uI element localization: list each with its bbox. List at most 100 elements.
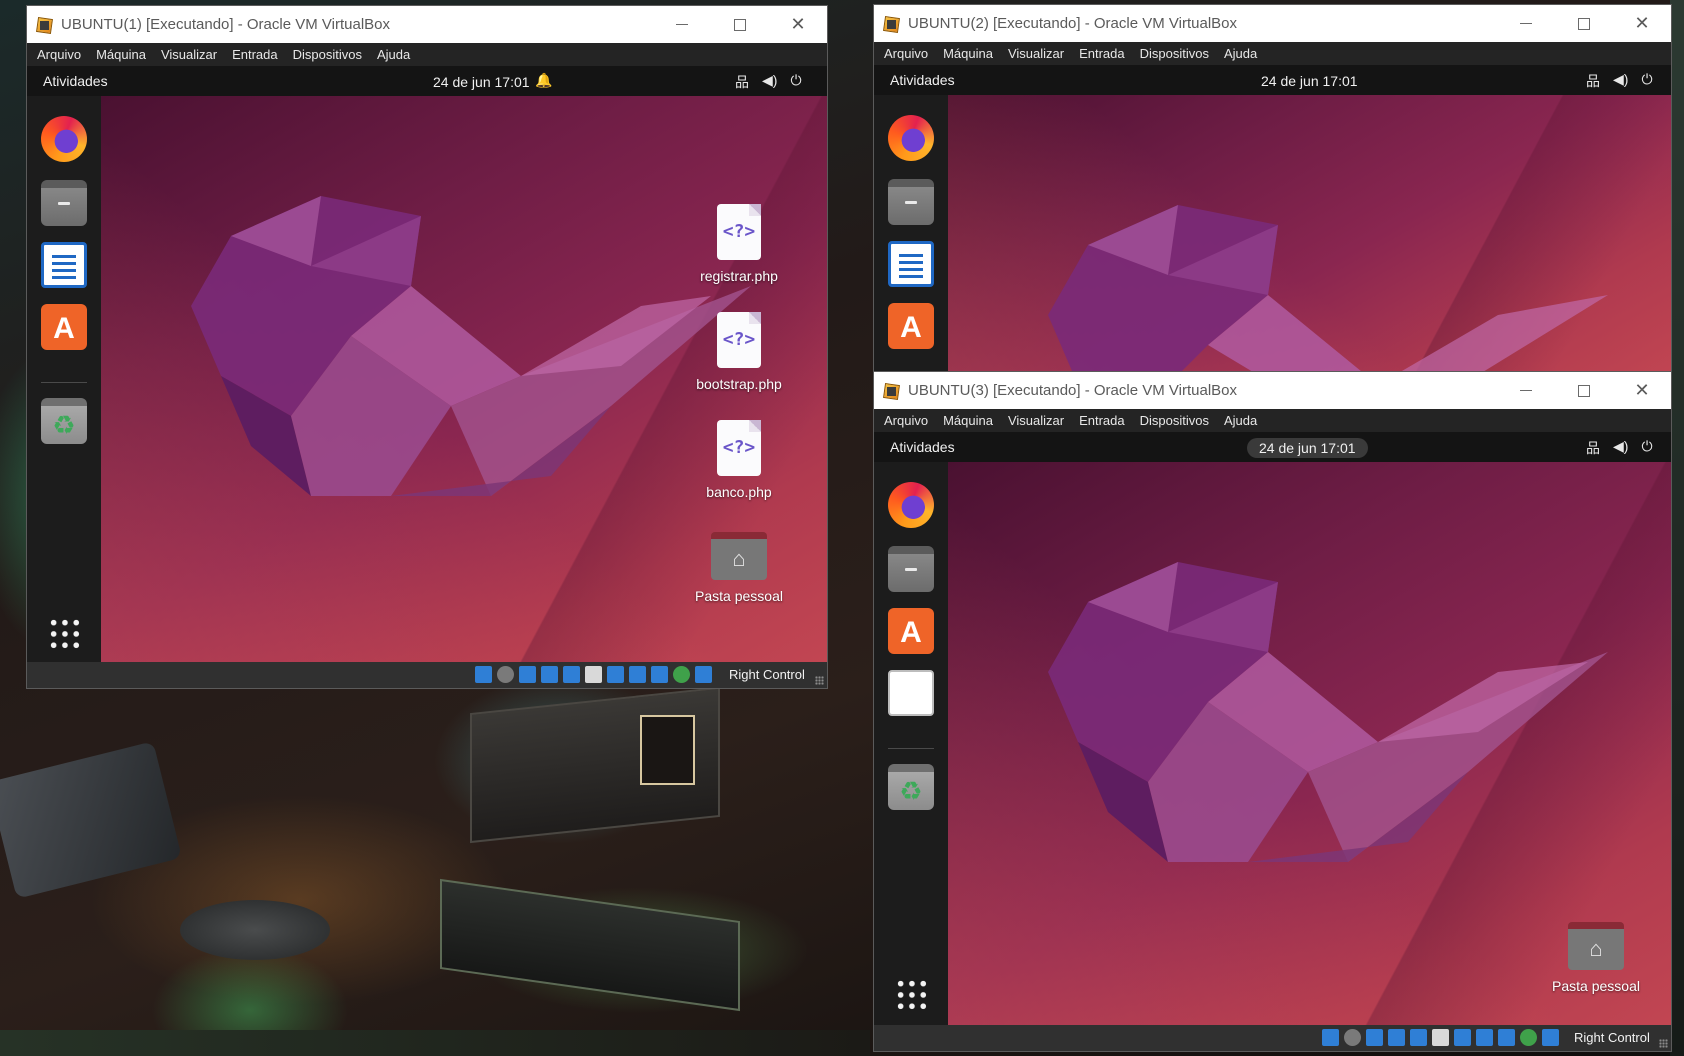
menu-maquina[interactable]: Máquina [943,413,993,428]
power-icon[interactable]: ⏻ [790,72,801,92]
menu-maquina[interactable]: Máquina [943,46,993,61]
system-tray[interactable]: 品 ◀) ⏻ [1586,438,1653,458]
app-center-icon[interactable]: A [888,303,934,349]
trash-icon[interactable]: ♻ [888,764,934,810]
shared-folders-icon[interactable] [1410,1029,1427,1046]
menu-arquivo[interactable]: Arquivo [884,413,928,428]
menu-visualizar[interactable]: Visualizar [1008,46,1064,61]
menu-entrada[interactable]: Entrada [1079,413,1125,428]
volume-icon[interactable]: ◀) [1613,438,1628,458]
clock[interactable]: 24 de jun 17:01 [421,72,542,92]
close-button[interactable]: ✕ [769,6,827,43]
ubuntu-desktop[interactable]: <?> registrar.php <?> bootstrap.php <?> … [101,96,827,664]
minimize-button[interactable] [1497,5,1555,42]
power-icon[interactable]: ⏻ [1641,438,1652,458]
system-tray[interactable]: 品 ◀) ⏻ [1586,71,1653,91]
show-apps-icon[interactable] [895,978,929,1012]
menu-dispositivos[interactable]: Dispositivos [1140,46,1209,61]
vm-window-ubuntu-1[interactable]: UBUNTU(1) [Executando] - Oracle VM Virtu… [26,5,828,689]
resize-grip[interactable] [1659,1039,1668,1048]
audio-icon[interactable] [1344,1029,1361,1046]
menu-dispositivos[interactable]: Dispositivos [1140,413,1209,428]
menu-ajuda[interactable]: Ajuda [1224,46,1257,61]
app-center-icon[interactable]: A [888,608,934,654]
titlebar[interactable]: UBUNTU(1) [Executando] - Oracle VM Virtu… [27,6,827,43]
titlebar[interactable]: UBUNTU(2) [Executando] - Oracle VM Virtu… [874,5,1671,42]
maximize-button[interactable] [1555,372,1613,409]
usb-icon[interactable] [541,666,558,683]
clock[interactable]: 24 de jun 17:01 [1249,71,1370,91]
activities-button[interactable]: Atividades [890,72,955,88]
files-icon[interactable] [888,546,934,592]
maximize-button[interactable] [711,6,769,43]
display-icon[interactable] [1432,1029,1449,1046]
keyboard-capture-icon[interactable] [695,666,712,683]
optical-drive-icon[interactable] [475,666,492,683]
firefox-icon[interactable] [41,116,87,162]
network-icon[interactable]: 品 [1586,71,1600,91]
vt-x-icon[interactable] [651,666,668,683]
menu-maquina[interactable]: Máquina [96,47,146,62]
menu-dispositivos[interactable]: Dispositivos [293,47,362,62]
minimize-button[interactable] [1497,372,1555,409]
clock[interactable]: 24 de jun 17:01 [1247,438,1368,458]
vm-window-ubuntu-2[interactable]: UBUNTU(2) [Executando] - Oracle VM Virtu… [873,4,1672,384]
desktop-home-folder[interactable]: ⌂ Pasta pessoal [684,532,794,604]
bell-icon[interactable]: 🔔 [535,72,552,89]
vt-x-icon[interactable] [1498,1029,1515,1046]
network-adapter-icon[interactable] [519,666,536,683]
app-center-icon[interactable]: A [41,304,87,350]
volume-icon[interactable]: ◀) [1613,71,1628,91]
maximize-button[interactable] [1555,5,1613,42]
menu-ajuda[interactable]: Ajuda [377,47,410,62]
display-icon[interactable] [585,666,602,683]
ubuntu-desktop[interactable] [948,95,1671,383]
libreoffice-writer-icon[interactable] [41,242,87,288]
close-button[interactable]: ✕ [1613,372,1671,409]
trash-icon[interactable]: ♻ [41,398,87,444]
recording-icon[interactable] [607,666,624,683]
mouse-integration-icon[interactable] [673,666,690,683]
system-tray[interactable]: 品 ◀) ⏻ [735,72,802,92]
audio-icon[interactable] [497,666,514,683]
capture-icon[interactable] [629,666,646,683]
text-document-icon[interactable] [888,670,934,716]
firefox-icon[interactable] [888,482,934,528]
recording-icon[interactable] [1454,1029,1471,1046]
activities-button[interactable]: Atividades [43,73,108,89]
menu-ajuda[interactable]: Ajuda [1224,413,1257,428]
desktop-file-registrar[interactable]: <?> registrar.php [684,204,794,284]
menu-arquivo[interactable]: Arquivo [37,47,81,62]
volume-icon[interactable]: ◀) [762,72,777,92]
capture-icon[interactable] [1476,1029,1493,1046]
shared-folders-icon[interactable] [563,666,580,683]
network-icon[interactable]: 品 [735,72,749,92]
activities-button[interactable]: Atividades [890,439,955,455]
resize-grip[interactable] [815,676,824,685]
close-button[interactable]: ✕ [1613,5,1671,42]
ubuntu-desktop[interactable]: ⌂ Pasta pessoal [948,462,1671,1027]
network-adapter-icon[interactable] [1366,1029,1383,1046]
minimize-button[interactable] [653,6,711,43]
files-icon[interactable] [888,179,934,225]
menu-arquivo[interactable]: Arquivo [884,46,928,61]
show-apps-icon[interactable] [48,617,82,651]
titlebar[interactable]: UBUNTU(3) [Executando] - Oracle VM Virtu… [874,372,1671,409]
keyboard-capture-icon[interactable] [1542,1029,1559,1046]
menu-entrada[interactable]: Entrada [1079,46,1125,61]
firefox-icon[interactable] [888,115,934,161]
libreoffice-writer-icon[interactable] [888,241,934,287]
network-icon[interactable]: 品 [1586,438,1600,458]
menu-visualizar[interactable]: Visualizar [161,47,217,62]
power-icon[interactable]: ⏻ [1641,71,1652,91]
vm-window-ubuntu-3[interactable]: UBUNTU(3) [Executando] - Oracle VM Virtu… [873,371,1672,1052]
optical-drive-icon[interactable] [1322,1029,1339,1046]
desktop-file-bootstrap[interactable]: <?> bootstrap.php [684,312,794,392]
desktop-file-banco[interactable]: <?> banco.php [684,420,794,500]
mouse-integration-icon[interactable] [1520,1029,1537,1046]
files-icon[interactable] [41,180,87,226]
menu-visualizar[interactable]: Visualizar [1008,413,1064,428]
desktop-home-folder[interactable]: ⌂ Pasta pessoal [1541,922,1651,994]
usb-icon[interactable] [1388,1029,1405,1046]
menu-entrada[interactable]: Entrada [232,47,278,62]
